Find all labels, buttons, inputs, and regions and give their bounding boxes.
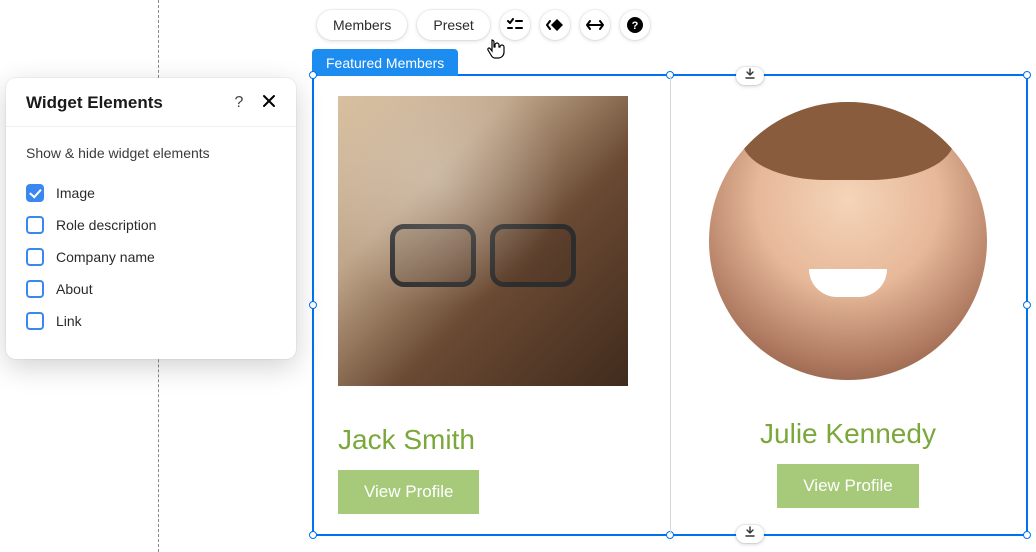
checkbox-row-image[interactable]: Image xyxy=(26,177,276,209)
checkbox-label: Role description xyxy=(56,217,156,233)
diamond-motion-icon xyxy=(546,18,564,32)
panel-title: Widget Elements xyxy=(26,93,220,113)
help-icon: ? xyxy=(235,94,244,112)
preset-button[interactable]: Preset xyxy=(417,10,489,40)
help-button[interactable]: ? xyxy=(620,10,650,40)
checkbox-label: Image xyxy=(56,185,95,201)
cursor-pointer-icon xyxy=(486,38,506,65)
elements-toggle-button[interactable] xyxy=(500,10,530,40)
members-button[interactable]: Members xyxy=(317,10,407,40)
checkbox[interactable] xyxy=(26,216,44,234)
checkbox[interactable] xyxy=(26,280,44,298)
help-icon: ? xyxy=(627,17,643,33)
checkbox[interactable] xyxy=(26,184,44,202)
checkbox[interactable] xyxy=(26,248,44,266)
close-icon xyxy=(262,94,276,113)
member-card: Julie Kennedy View Profile xyxy=(670,76,1026,534)
widget-elements-panel: Widget Elements ? Show & hide widget ele… xyxy=(6,78,296,359)
panel-body: Show & hide widget elements Image Role d… xyxy=(6,127,296,359)
checkbox-row-role-description[interactable]: Role description xyxy=(26,209,276,241)
member-card: Jack Smith View Profile xyxy=(314,76,670,534)
panel-close-button[interactable] xyxy=(258,92,280,114)
member-avatar xyxy=(338,96,628,386)
stretch-button[interactable] xyxy=(580,10,610,40)
member-name: Julie Kennedy xyxy=(760,418,936,450)
member-name: Jack Smith xyxy=(338,424,475,456)
view-profile-button[interactable]: View Profile xyxy=(338,470,479,514)
svg-text:?: ? xyxy=(631,20,638,32)
panel-subtitle: Show & hide widget elements xyxy=(26,145,276,161)
member-avatar xyxy=(709,102,987,380)
widget-toolbar: Members Preset ? xyxy=(317,10,650,40)
featured-members-widget[interactable]: Featured Members Jack Smith View Profile… xyxy=(312,74,1028,536)
view-profile-button[interactable]: View Profile xyxy=(777,464,918,508)
checkbox-row-link[interactable]: Link xyxy=(26,305,276,337)
checkbox-row-company-name[interactable]: Company name xyxy=(26,241,276,273)
checkbox-row-about[interactable]: About xyxy=(26,273,276,305)
animation-button[interactable] xyxy=(540,10,570,40)
checkbox[interactable] xyxy=(26,312,44,330)
panel-help-button[interactable]: ? xyxy=(228,92,250,114)
list-toggle-icon xyxy=(507,18,523,32)
checkbox-label: About xyxy=(56,281,93,297)
stretch-horizontal-icon xyxy=(586,19,604,31)
widget-tab-label[interactable]: Featured Members xyxy=(312,49,458,76)
panel-header: Widget Elements ? xyxy=(6,78,296,127)
checkbox-label: Link xyxy=(56,313,82,329)
checkbox-label: Company name xyxy=(56,249,155,265)
